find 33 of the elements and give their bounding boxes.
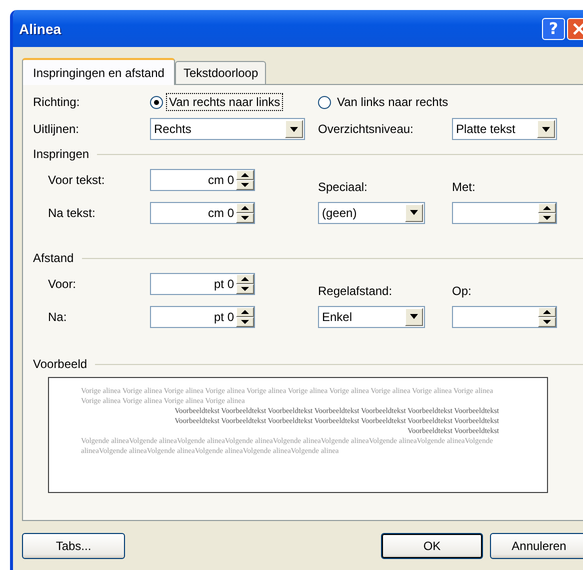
field-label: Voor tekst: [47, 172, 106, 186]
line-spacing-dropdown[interactable]: Enkel [318, 306, 425, 328]
help-button[interactable]: ? [542, 18, 565, 40]
field-label: Richting: [33, 95, 81, 109]
field-label: Met: [452, 180, 476, 196]
spin-field[interactable]: cm 0 [150, 202, 255, 224]
radio-option[interactable]: Van links naar rechts [318, 93, 452, 111]
tab[interactable]: Inspringingen en afstand [22, 58, 176, 85]
field-label: Op: [452, 284, 472, 300]
window-title: Alinea [19, 20, 62, 36]
spin-field[interactable]: pt 0 [150, 306, 255, 328]
spin-field[interactable] [452, 202, 557, 224]
tab[interactable]: Tekstdoorloop [175, 61, 266, 84]
dialog-button[interactable]: Annuleren [490, 533, 583, 559]
group-title: Afstand [33, 251, 74, 265]
spin-field[interactable]: pt 0 [150, 272, 255, 294]
spin-field[interactable] [452, 306, 557, 328]
field-label: Na tekst: [47, 206, 96, 220]
spin-field[interactable]: cm 0 [150, 168, 255, 190]
field-label: Speciaal: [318, 180, 368, 196]
dialog-button[interactable]: Tabs... [22, 533, 125, 559]
close-icon [572, 22, 583, 36]
field-label: Voor: [47, 276, 78, 290]
field-label: Overzichtsniveau: [318, 122, 414, 136]
dialog-button[interactable]: OK [381, 533, 483, 559]
group-title: Inspringen [33, 147, 90, 161]
group-title: Voorbeeld [33, 357, 88, 371]
field-label: Uitlijnen: [33, 122, 80, 136]
outline-level-dropdown[interactable]: Platte tekst [452, 118, 557, 140]
field-label: Regelafstand: [318, 284, 394, 300]
alignment-dropdown[interactable]: Rechts [150, 118, 305, 140]
special-dropdown[interactable]: (geen) [318, 202, 425, 224]
field-label: Na: [47, 310, 68, 324]
